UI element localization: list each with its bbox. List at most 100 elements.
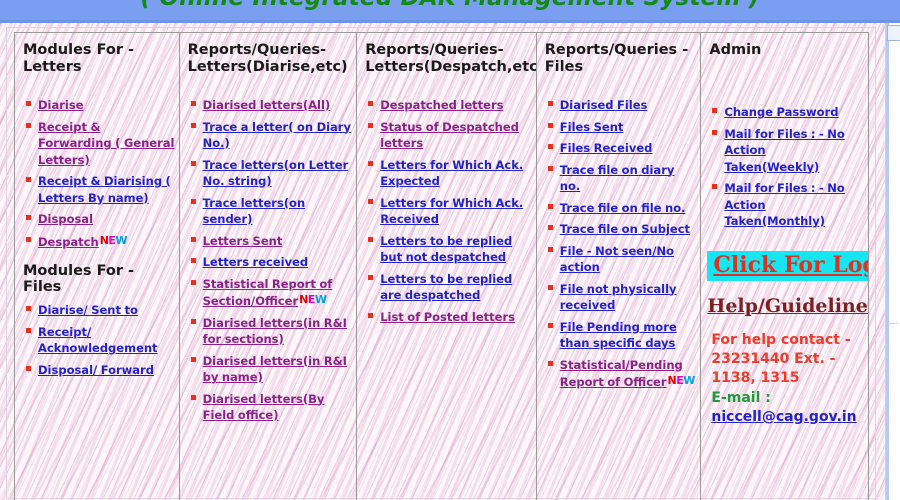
list-item: Diarised Files	[543, 97, 697, 114]
help-area: Help/Guidelines	[707, 295, 868, 317]
click-for-login-link[interactable]: Click For Login	[713, 252, 868, 278]
list-item: Trace file on file no.	[543, 200, 697, 217]
column-reports-letters-diarise: Reports/Queries- Letters(Diarise,etc) Di…	[180, 33, 358, 500]
scrollbar-track	[886, 23, 889, 500]
link-letters-sent[interactable]: Letters Sent	[203, 234, 283, 248]
menu-table: Modules For - Letters Diarise Receipt & …	[14, 32, 869, 500]
site-banner-title: ( Online Integrated DAK Management Syste…	[0, 0, 900, 11]
list-item: Files Received	[543, 140, 697, 157]
column-reports-letters-despatch: Reports/Queries- Letters(Despatch,etc) D…	[357, 33, 537, 500]
link-diarised-letters-in-rni-for-sections[interactable]: Diarised letters(in R&I for sections)	[203, 316, 347, 347]
link-despatch[interactable]: Despatch	[38, 235, 99, 249]
link-diarised-letters-in-rni-by-name[interactable]: Diarised letters(in R&I by name)	[203, 354, 347, 385]
list-item: List of Posted letters	[363, 309, 532, 326]
browser-scrollbar[interactable]	[885, 23, 900, 500]
link-list-of-posted-letters[interactable]: List of Posted letters	[380, 310, 515, 324]
list-item: Letters Sent	[186, 233, 353, 250]
link-receipt-diarising-letters-by-name[interactable]: Receipt & Diarising ( Letters By name)	[38, 174, 171, 205]
link-list: Diarise Receipt & Forwarding ( General L…	[21, 97, 175, 250]
help-contact-text: For help contact - 23231440 Ext. - 1138,…	[711, 331, 851, 386]
login-area: Click For Login	[707, 250, 868, 281]
link-file-not-seen-no-action[interactable]: File - Not seen/No action	[560, 244, 674, 275]
link-diarised-letters-by-field-office[interactable]: Diarised letters(By Field office)	[203, 392, 325, 423]
link-trace-a-letter-on-diary-no[interactable]: Trace a letter( on Diary No.)	[203, 120, 351, 151]
list-item: Disposal/ Forward	[21, 362, 175, 379]
link-statistical-pending-report-of-officer[interactable]: Statistical/Pending Report of Officer	[560, 358, 683, 390]
list-item: Diarised letters(in R&I for sections)	[186, 315, 353, 348]
column-header: Reports/Queries- Letters(Despatch,etc)	[365, 42, 537, 75]
login-highlight: Click For Login	[707, 250, 868, 281]
link-receipt-acknowledgement[interactable]: Receipt/ Acknowledgement	[38, 325, 158, 356]
list-item: Letters for Which Ack. Received	[363, 195, 532, 228]
link-mail-for-files-no-action-taken-weekly[interactable]: Mail for Files : - No Action Taken(Weekl…	[724, 127, 844, 174]
link-disposal[interactable]: Disposal	[38, 212, 93, 226]
list-item: Diarise/ Sent to	[21, 302, 175, 319]
list-item: Diarise	[21, 97, 175, 114]
scroll-up-button-icon[interactable]	[887, 25, 900, 41]
link-trace-file-on-subject[interactable]: Trace file on Subject	[560, 222, 690, 236]
list-item: Trace a letter( on Diary No.)	[186, 119, 353, 152]
link-trace-letters-on-sender[interactable]: Trace letters(on sender)	[203, 196, 306, 227]
link-letters-for-which-ack-received[interactable]: Letters for Which Ack. Received	[380, 196, 523, 227]
list-item: Diarised letters(in R&I by name)	[186, 353, 353, 386]
scrollbar-divider	[888, 323, 898, 324]
list-item: Statistical Report of Section/OfficerNEW	[186, 276, 353, 310]
list-item: Trace letters(on sender)	[186, 195, 353, 228]
link-receipt-forwarding-general-letters[interactable]: Receipt & Forwarding ( General Letters)	[38, 120, 174, 167]
link-file-not-physically-received[interactable]: File not physically received	[560, 282, 677, 313]
link-list: Despatched letters Status of Despatched …	[363, 97, 532, 325]
link-status-of-despatched-letters[interactable]: Status of Despatched letters	[380, 120, 519, 151]
link-trace-file-on-file-no[interactable]: Trace file on file no.	[560, 201, 686, 215]
list-item: Diarised letters(All)	[186, 97, 353, 114]
link-diarised-files[interactable]: Diarised Files	[560, 98, 648, 112]
new-badge-icon: NEW	[667, 374, 696, 387]
email-label: E-mail :	[711, 389, 771, 406]
column-header: Reports/Queries- Letters(Diarise,etc)	[187, 42, 348, 75]
list-item: Letters for Which Ack. Expected	[363, 157, 532, 190]
list-item: Mail for Files : - No Action Taken(Month…	[707, 180, 864, 230]
application-window: ( Online Integrated DAK Management Syste…	[0, 0, 900, 500]
column-reports-files: Reports/Queries - Files Diarised Files F…	[537, 33, 702, 500]
link-list: Diarised Files Files Sent Files Received…	[543, 97, 697, 391]
link-diarise[interactable]: Diarise	[38, 98, 84, 112]
column-admin: Admin Change Password Mail for Files : -…	[701, 33, 868, 500]
list-item: Files Sent	[543, 119, 697, 136]
link-letters-to-be-replied-but-not-despatched[interactable]: Letters to be replied but not despatched	[380, 234, 512, 265]
link-letters-to-be-replied-are-despatched[interactable]: Letters to be replied are despatched	[380, 272, 512, 303]
column-header: Admin	[709, 42, 762, 58]
link-mail-for-files-no-action-taken-monthly[interactable]: Mail for Files : - No Action Taken(Month…	[724, 181, 844, 228]
link-trace-file-on-diary-no[interactable]: Trace file on diary no.	[560, 163, 675, 194]
list-item: Receipt & Diarising ( Letters By name)	[21, 173, 175, 206]
new-badge-icon: NEW	[99, 233, 128, 247]
column-header: Modules For - Letters	[23, 42, 135, 75]
column-modules-letters: Modules For - Letters Diarise Receipt & …	[15, 33, 180, 500]
link-diarise-sent-to[interactable]: Diarise/ Sent to	[38, 303, 138, 317]
list-item: Change Password	[707, 104, 864, 121]
link-diarised-letters-all[interactable]: Diarised letters(All)	[203, 98, 331, 112]
list-item: Despatched letters	[363, 97, 532, 114]
subsection-header-modules-files: Modules For - Files	[23, 263, 135, 295]
list-item: Letters to be replied are despatched	[363, 271, 532, 304]
list-item: File not physically received	[543, 281, 697, 314]
link-files-received[interactable]: Files Received	[560, 141, 653, 155]
link-change-password[interactable]: Change Password	[724, 105, 838, 119]
list-item: Diarised letters(By Field office)	[186, 391, 353, 424]
link-list: Change Password Mail for Files : - No Ac…	[707, 104, 864, 230]
list-item: Receipt/ Acknowledgement	[21, 324, 175, 357]
list-item: Trace file on diary no.	[543, 162, 697, 195]
list-item: Letters to be replied but not despatched	[363, 233, 532, 266]
column-header: Reports/Queries - Files	[544, 42, 689, 75]
link-trace-letters-on-letter-no-string[interactable]: Trace letters(on Letter No. string)	[203, 158, 349, 189]
link-letters-for-which-ack-expected[interactable]: Letters for Which Ack. Expected	[380, 158, 523, 189]
link-letters-received[interactable]: Letters received	[203, 255, 309, 269]
link-files-sent[interactable]: Files Sent	[560, 120, 624, 134]
list-item: Status of Despatched letters	[363, 119, 532, 152]
list-item: File Pending more than specific days	[543, 319, 697, 352]
site-banner: ( Online Integrated DAK Management Syste…	[0, 0, 900, 20]
list-item: Disposal	[21, 211, 175, 228]
help-guidelines-link[interactable]: Help/Guidelines	[707, 295, 868, 317]
link-despatched-letters[interactable]: Despatched letters	[380, 98, 503, 112]
link-disposal-forward[interactable]: Disposal/ Forward	[38, 363, 154, 377]
email-link[interactable]: niccell@cag.gov.in	[711, 409, 856, 425]
link-file-pending-more-than-specific-days[interactable]: File Pending more than specific days	[560, 320, 677, 351]
